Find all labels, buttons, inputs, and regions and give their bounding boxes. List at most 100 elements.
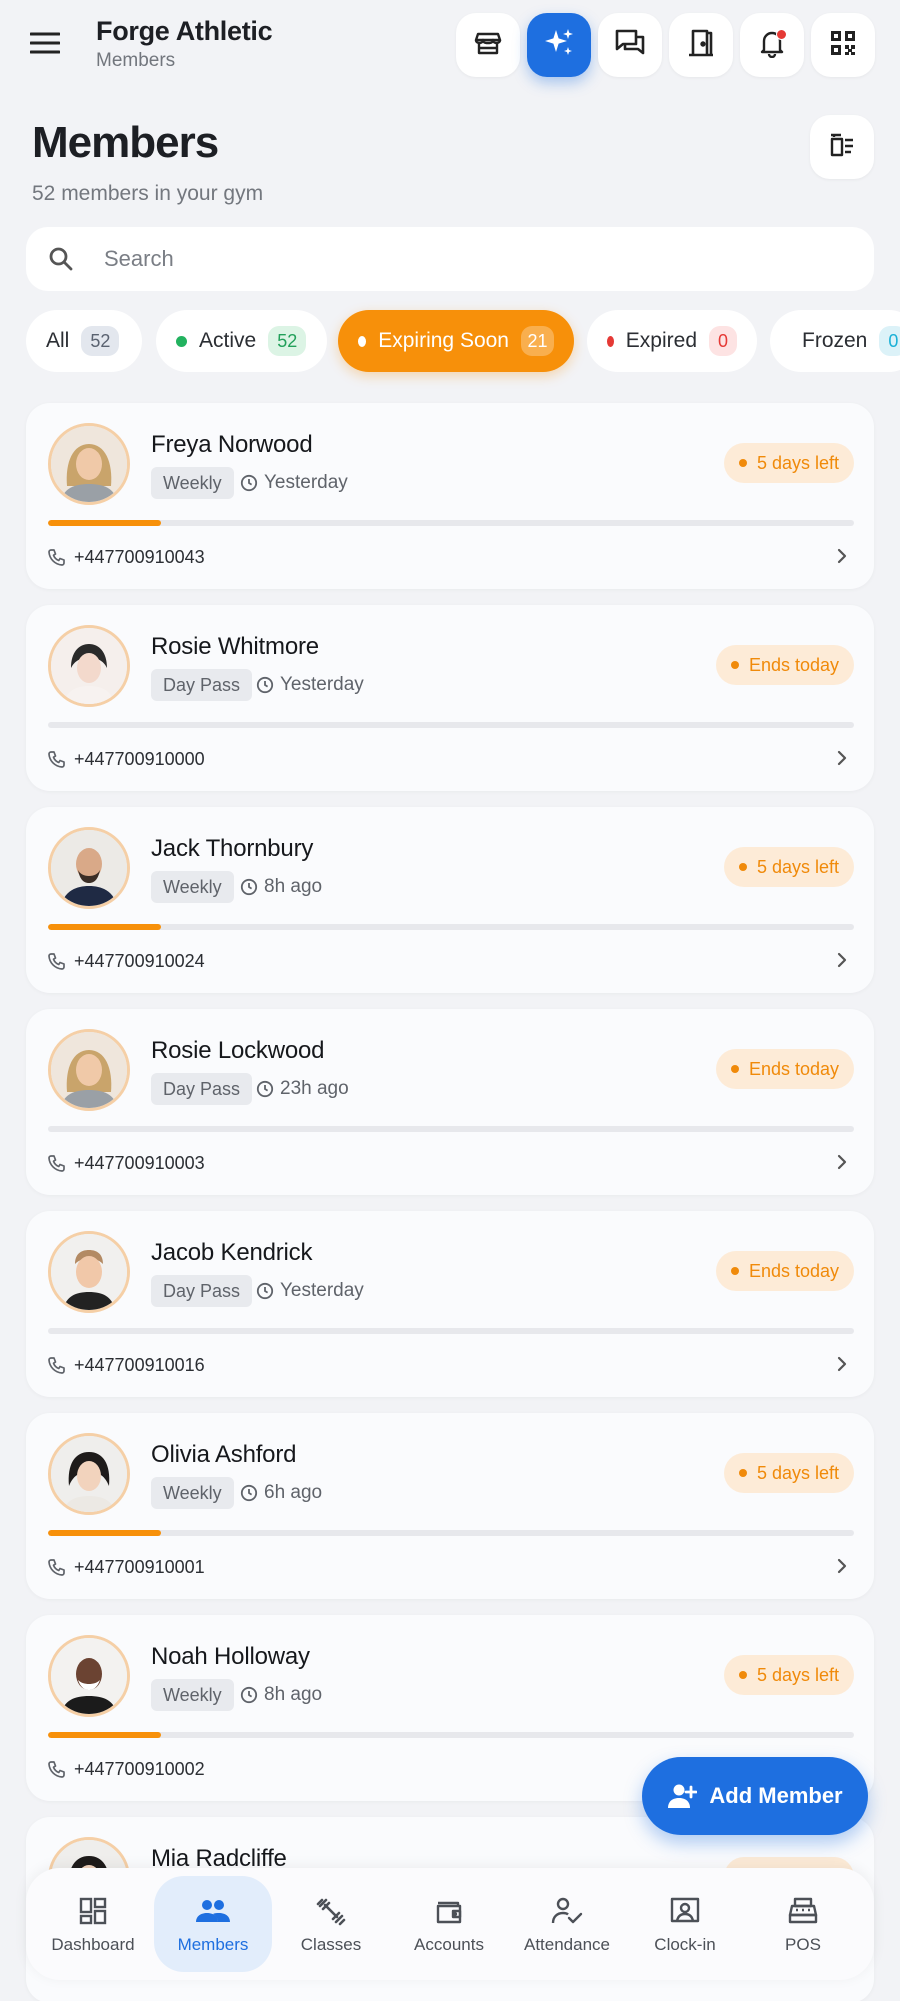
filter-sort-button[interactable]: [810, 115, 874, 179]
chevron-right-icon[interactable]: [836, 1153, 848, 1171]
avatar: [48, 827, 130, 909]
top-bar: Forge Athletic Members: [0, 0, 900, 90]
app-subtitle: Members: [96, 50, 176, 71]
status-badge: 5 days left: [723, 847, 854, 887]
nav-label: POS: [785, 1935, 821, 1954]
plan-tag: Day Pass: [151, 1275, 253, 1307]
nav-label: Accounts: [414, 1935, 484, 1954]
add-member-button[interactable]: Add Member: [642, 1757, 868, 1835]
notifications-button[interactable]: [740, 13, 804, 77]
chevron-right-icon[interactable]: [836, 1355, 848, 1373]
phone-number: +447700910003: [74, 1152, 205, 1173]
avatar: [48, 1231, 130, 1313]
plan-tag: Weekly: [151, 1679, 234, 1711]
status-badge: 5 days left: [723, 1453, 854, 1493]
nav-pos[interactable]: POS: [744, 1876, 862, 1972]
door-icon: [686, 28, 716, 63]
last-seen: 8h ago: [240, 1679, 322, 1711]
plan-tag: Weekly: [151, 467, 234, 499]
chip-label: All: [46, 329, 70, 352]
nav-classes[interactable]: Classes: [272, 1876, 390, 1972]
search-input[interactable]: [104, 246, 804, 272]
clock-icon: [256, 676, 274, 694]
hamburger-icon: [29, 31, 61, 60]
last-seen-text: 6h ago: [264, 1482, 323, 1503]
search-icon: [44, 242, 78, 276]
filter-chip-frozen[interactable]: Frozen 0: [770, 310, 900, 372]
add-user-icon: [667, 1783, 698, 1809]
chip-count: 52: [268, 326, 307, 356]
last-seen: Yesterday: [256, 1275, 364, 1307]
nav-accounts[interactable]: Accounts: [390, 1876, 508, 1972]
door-button[interactable]: [669, 13, 733, 77]
phone-row: +447700910001: [48, 1552, 854, 1582]
chevron-right-icon[interactable]: [836, 951, 848, 969]
store-button[interactable]: [456, 13, 520, 77]
clock-icon: [240, 878, 258, 896]
last-seen: 6h ago: [240, 1477, 322, 1509]
avatar: [48, 1029, 130, 1111]
member-name: Rosie Whitmore: [151, 633, 319, 660]
member-card[interactable]: Rosie Whitmore Day Pass Yesterday Ends t…: [26, 605, 874, 791]
member-card[interactable]: Freya Norwood Weekly Yesterday 5 days le…: [26, 403, 874, 589]
member-name: Jacob Kendrick: [151, 1239, 313, 1266]
member-name: Noah Holloway: [151, 1643, 310, 1670]
member-card[interactable]: Jacob Kendrick Day Pass Yesterday Ends t…: [26, 1211, 874, 1397]
plan-tag: Weekly: [151, 871, 234, 903]
chevron-right-icon[interactable]: [836, 547, 848, 565]
last-seen-text: Yesterday: [280, 674, 364, 695]
chip-label: Expiring Soon: [378, 329, 509, 352]
dashboard-icon: [78, 1893, 108, 1929]
nav-dashboard[interactable]: Dashboard: [34, 1876, 152, 1972]
menu-button[interactable]: [20, 20, 70, 70]
member-name: Olivia Ashford: [151, 1441, 297, 1468]
chevron-right-icon[interactable]: [836, 1557, 848, 1575]
qr-button[interactable]: [811, 13, 875, 77]
member-card[interactable]: Olivia Ashford Weekly 6h ago 5 days left…: [26, 1413, 874, 1599]
chevron-right-icon[interactable]: [836, 749, 848, 767]
nav-label: Attendance: [523, 1935, 610, 1954]
phone-number: +447700910000: [74, 748, 205, 769]
active-status-dot: [176, 335, 187, 347]
phone-number: +447700910002: [74, 1758, 205, 1779]
member-card[interactable]: Rosie Lockwood Day Pass 23h ago Ends tod…: [26, 1009, 874, 1195]
phone-row: +447700910000: [48, 744, 854, 774]
phone-number: +447700910001: [74, 1556, 205, 1577]
filter-chip-expired[interactable]: Expired 0: [587, 310, 757, 372]
nav-attendance[interactable]: Attendance: [508, 1876, 626, 1972]
wallet-icon: [434, 1893, 464, 1929]
last-seen: 23h ago: [256, 1073, 349, 1105]
dumbbell-icon: [315, 1893, 347, 1929]
membership-progress: [48, 924, 854, 930]
filter-chip-active[interactable]: Active 52: [156, 310, 327, 372]
search-bar[interactable]: [26, 227, 874, 291]
members-icon: [196, 1893, 230, 1929]
qr-code-icon: [828, 28, 858, 63]
last-seen-text: 23h ago: [280, 1078, 349, 1099]
nav-clock-in[interactable]: Clock-in: [626, 1876, 744, 1972]
member-name: Rosie Lockwood: [151, 1037, 325, 1064]
phone-icon: [48, 1760, 66, 1778]
filter-chip-expiring-soon[interactable]: Expiring Soon 21: [338, 310, 574, 372]
avatar: [48, 625, 130, 707]
avatar: [48, 423, 130, 505]
nav-label: Dashboard: [51, 1935, 135, 1954]
page-title: Members: [32, 118, 219, 167]
plan-tag: Weekly: [151, 1477, 234, 1509]
nav-members[interactable]: Members: [154, 1876, 272, 1972]
nav-label: Clock-in: [654, 1935, 716, 1954]
member-name: Freya Norwood: [151, 431, 313, 458]
member-card[interactable]: Jack Thornbury Weekly 8h ago 5 days left…: [26, 807, 874, 993]
pos-icon: [787, 1893, 819, 1929]
ai-assistant-button[interactable]: [527, 13, 591, 77]
membership-progress: [48, 1732, 854, 1738]
clock-icon: [240, 1686, 258, 1704]
member-name: Jack Thornbury: [151, 835, 314, 862]
filter-list-icon: [827, 130, 857, 165]
phone-row: +447700910043: [48, 542, 854, 572]
phone-icon: [48, 1558, 66, 1576]
messages-button[interactable]: [598, 13, 662, 77]
last-seen: 8h ago: [240, 871, 322, 903]
attendance-icon: [551, 1893, 583, 1929]
filter-chip-all[interactable]: All 52: [26, 310, 142, 372]
